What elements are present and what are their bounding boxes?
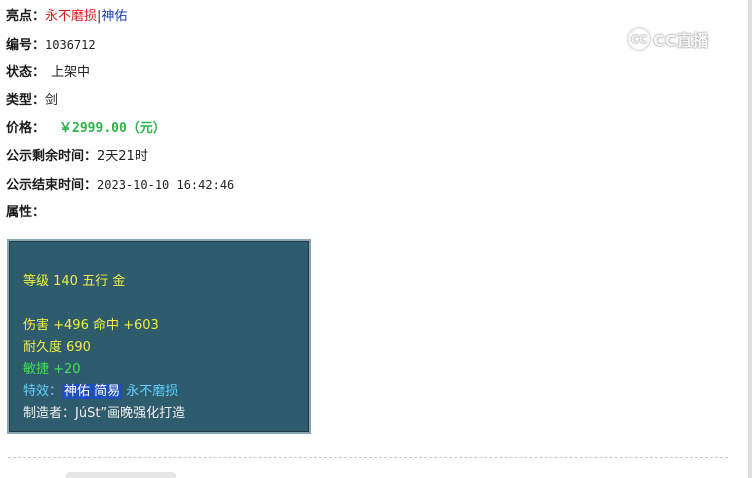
price-label: 价格： <box>6 121 46 136</box>
status-label: 状态： <box>6 65 46 80</box>
durability-line: 耐久度 690 <box>23 340 91 355</box>
cc-logo-icon: CC <box>628 28 650 50</box>
section-divider <box>8 457 728 458</box>
highlight-value-a: 永不磨损 <box>45 9 98 24</box>
highlight-label: 亮点： <box>6 9 46 24</box>
scrollbar-edge <box>748 0 752 478</box>
status-row: 状态： 上架中 <box>6 63 90 83</box>
price-value: ￥2999.00（元） <box>59 121 166 136</box>
damage-line: 伤害 +496 命中 +603 <box>23 318 159 333</box>
highlight-row: 亮点：永不磨损|神佑 <box>6 7 127 27</box>
effect-highlight: 神佑 简易 <box>62 384 123 399</box>
attributes-row: 属性： <box>6 203 45 223</box>
agility-line: 敏捷 +20 <box>23 362 81 377</box>
remain-time-label: 公示剩余时间： <box>6 149 98 164</box>
type-value: 剑 <box>45 93 59 108</box>
effect-line: 特效： 神佑 简易 永不磨损 <box>23 383 178 401</box>
maker-line: 制造者：JúSt”画晚强化打造 <box>23 406 186 421</box>
end-time-label: 公示结束时间： <box>6 178 98 193</box>
type-label: 类型： <box>6 93 46 108</box>
cc-live-watermark: CC CC直播 <box>628 26 709 52</box>
id-label: 编号： <box>6 38 46 53</box>
cc-logo-text: CC直播 <box>653 31 709 50</box>
effect-rest: 永不磨损 <box>126 384 179 399</box>
effect-prefix: 特效： <box>23 384 63 399</box>
attribute-panel: 等级 140 五行 金 伤害 +496 命中 +603 耐久度 690 敏捷 +… <box>7 239 311 434</box>
cc-logo-letters: CC <box>630 32 648 46</box>
level-line: 等级 140 五行 金 <box>23 274 126 289</box>
bottom-placeholder <box>66 472 176 478</box>
price-row: 价格： ￥2999.00（元） <box>6 119 166 139</box>
end-time-row: 公示结束时间：2023-10-10 16:42:46 <box>6 175 234 195</box>
remain-time-row: 公示剩余时间：2天21时 <box>6 147 148 167</box>
status-value: 上架中 <box>51 65 91 80</box>
remain-time-value: 2天21时 <box>97 149 148 164</box>
attributes-label: 属性： <box>6 205 46 220</box>
id-value: 1036712 <box>45 38 96 52</box>
id-row: 编号：1036712 <box>6 35 96 55</box>
type-row: 类型：剑 <box>6 91 58 111</box>
highlight-value-b: 神佑 <box>101 9 128 24</box>
end-time-value: 2023-10-10 16:42:46 <box>97 178 235 192</box>
